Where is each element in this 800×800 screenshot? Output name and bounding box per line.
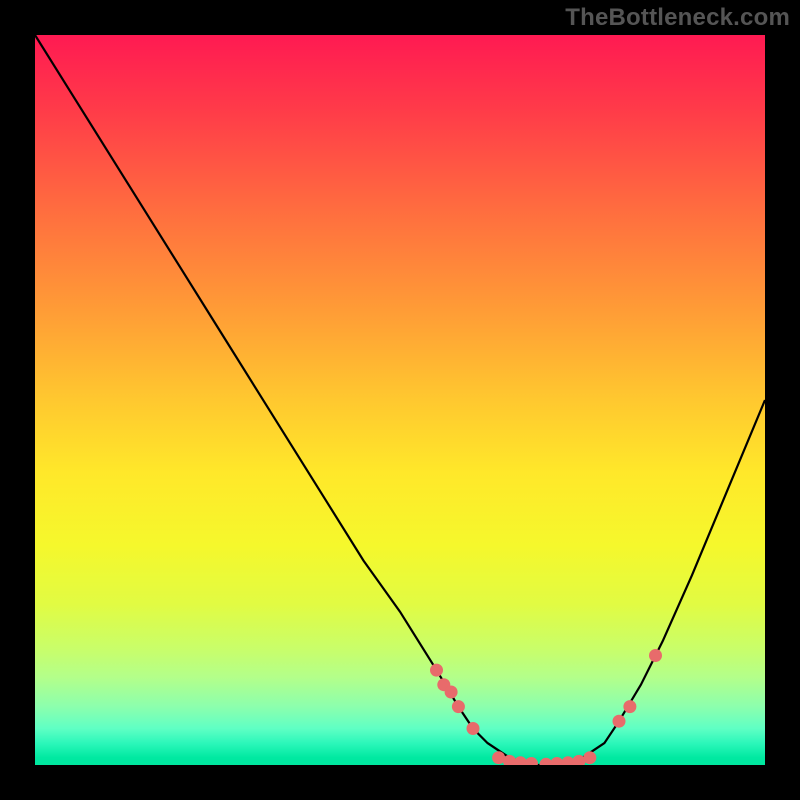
data-dot [452,700,465,713]
data-dot [525,757,538,765]
data-dot [445,686,458,699]
data-dot [583,751,596,764]
data-dot [623,700,636,713]
data-dot [649,649,662,662]
plot-area [35,35,765,765]
data-dot [430,664,443,677]
data-dot [467,722,480,735]
chart-frame: TheBottleneck.com [0,0,800,800]
curve-layer [35,35,765,765]
data-dot [613,715,626,728]
watermark-text: TheBottleneck.com [565,4,790,32]
data-dot [550,757,563,765]
curve-dots [430,649,662,765]
